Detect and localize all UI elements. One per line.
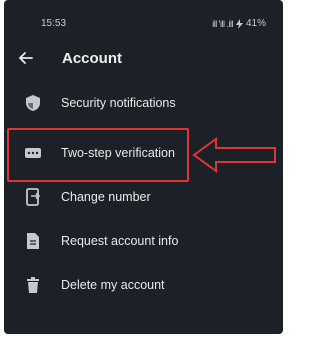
menu-item-label: Change number: [61, 190, 151, 204]
status-bar: 15:53 ill 'ill .ill 41%: [4, 0, 283, 38]
highlight-box: [7, 128, 189, 182]
app-bar: Account: [4, 38, 283, 78]
menu-item-label: Request account info: [61, 234, 179, 248]
document-icon: [27, 233, 39, 249]
menu-item-request-account-info[interactable]: Request account info: [4, 220, 283, 264]
back-arrow-icon[interactable]: [16, 48, 36, 68]
menu-item-delete-account[interactable]: Delete my account: [4, 264, 283, 308]
signal-indicators: ill 'ill .ill: [212, 18, 233, 29]
menu-item-security-notifications[interactable]: Security notifications: [4, 82, 283, 126]
change-number-icon: [26, 188, 41, 206]
menu-item-label: Delete my account: [61, 278, 165, 292]
trash-icon: [27, 277, 39, 293]
charging-icon: [235, 18, 243, 29]
battery-percentage: 41%: [245, 18, 266, 29]
menu-item-change-number[interactable]: Change number: [4, 176, 283, 220]
status-indicators: ill 'ill .ill 41%: [212, 18, 266, 29]
status-time: 15:53: [41, 18, 67, 29]
menu-item-label: Security notifications: [61, 96, 176, 110]
page-title: Account: [62, 50, 122, 67]
shield-icon: [26, 95, 40, 111]
